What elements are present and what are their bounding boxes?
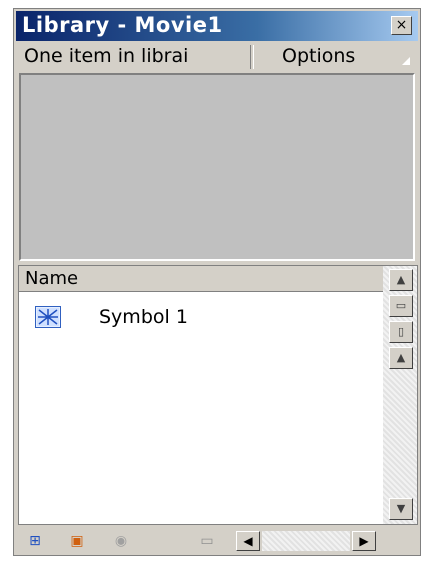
bottom-toolbar: ⊞ ▣ ◉ ▭ ◀ ▶ [18, 529, 418, 553]
close-button[interactable]: × [391, 16, 412, 35]
delete-button[interactable]: ▭ [196, 532, 218, 550]
properties-icon: ◉ [114, 533, 128, 549]
collapse-button[interactable]: ▲ [389, 347, 413, 369]
wide-view-icon: ▭ [395, 299, 407, 312]
library-info-bar: One item in librai Options [16, 43, 418, 71]
graphic-symbol-icon [35, 306, 61, 328]
narrow-view-button[interactable]: ▯ [389, 321, 413, 343]
column-header-label: Name [25, 268, 79, 289]
window-title: Library - Movie1 [22, 13, 223, 37]
list-item[interactable]: Symbol 1 [29, 304, 369, 334]
horizontal-scroll-track[interactable] [262, 531, 350, 551]
scroll-left-button[interactable]: ◀ [236, 531, 260, 551]
collapse-icon: ▲ [396, 351, 406, 364]
options-label: Options [282, 45, 356, 67]
options-menu-button[interactable]: Options [254, 43, 414, 71]
close-icon: × [395, 17, 408, 33]
scroll-down-button[interactable]: ▼ [389, 498, 413, 520]
vertical-scrollbar[interactable]: ▲ ▭ ▯ ▲ ▼ [383, 266, 417, 524]
item-count-text: One item in librai [24, 45, 189, 67]
scroll-down-icon: ▼ [396, 502, 406, 515]
new-symbol-icon: ⊞ [29, 533, 41, 549]
new-folder-icon: ▣ [70, 533, 84, 549]
sort-order-button[interactable]: ▲ [389, 269, 413, 291]
scroll-right-icon: ▶ [359, 534, 369, 548]
new-symbol-button[interactable]: ⊞ [24, 532, 46, 550]
list-item-label: Symbol 1 [99, 306, 188, 328]
sort-order-icon: ▲ [396, 273, 406, 286]
menu-triangle-icon [402, 57, 410, 65]
title-bar[interactable]: Library - Movie1 × [16, 11, 418, 41]
properties-button[interactable]: ◉ [110, 532, 132, 550]
library-panel: Library - Movie1 × One item in librai Op… [13, 8, 421, 556]
wide-view-button[interactable]: ▭ [389, 295, 413, 317]
preview-pane [19, 73, 415, 261]
delete-icon: ▭ [200, 533, 214, 549]
column-header-name[interactable]: Name [19, 266, 383, 292]
new-folder-button[interactable]: ▣ [66, 532, 88, 550]
narrow-view-icon: ▯ [397, 325, 405, 338]
scroll-left-icon: ◀ [243, 534, 253, 548]
library-list: Name Symbol 1 ▲ ▭ ▯ ▲ ▼ [18, 265, 418, 525]
scroll-right-button[interactable]: ▶ [352, 531, 376, 551]
